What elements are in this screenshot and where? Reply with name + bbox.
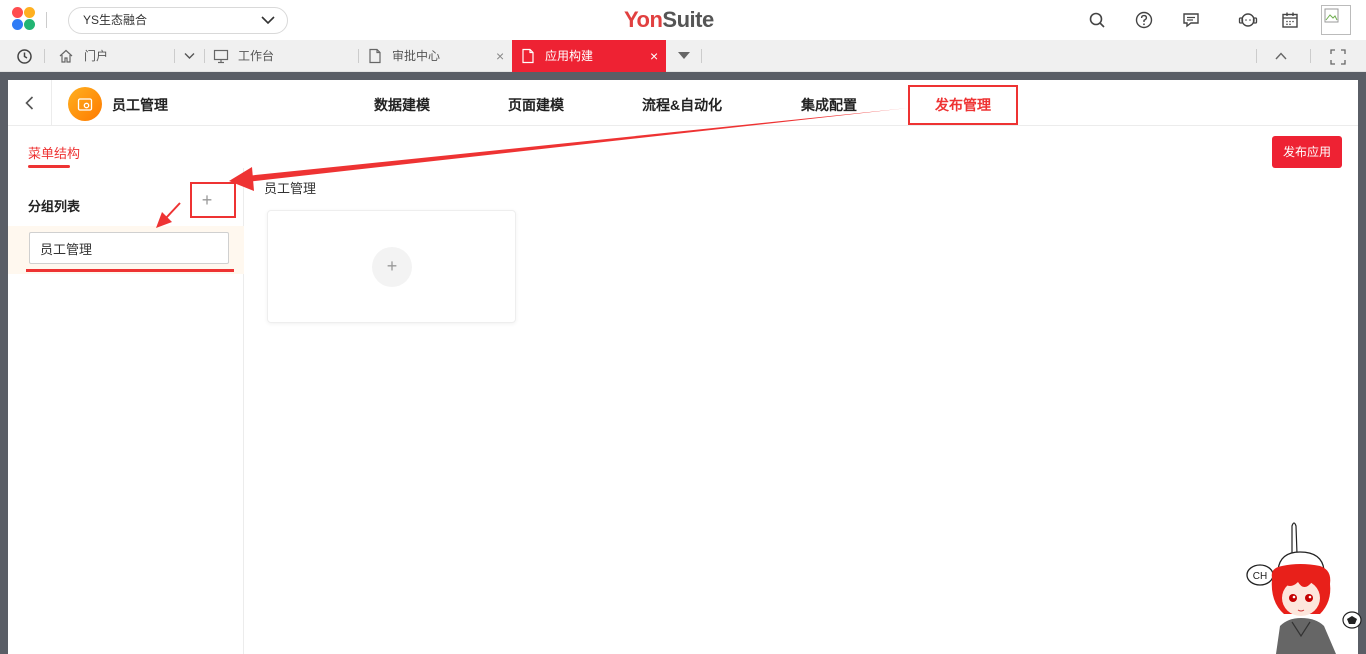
app-name: 员工管理: [112, 97, 168, 113]
app-gear-icon: [77, 98, 93, 111]
annotation-highlight-box: [190, 182, 236, 218]
help-icon[interactable]: [1135, 11, 1153, 29]
menu-card: +: [267, 210, 516, 323]
avatar-image[interactable]: [1321, 5, 1351, 35]
tab-label: 门户: [84, 49, 109, 63]
tab-app-builder[interactable]: 应用构建 ×: [512, 40, 666, 72]
divider: [1310, 49, 1311, 63]
nav-page-modeling[interactable]: 页面建模: [508, 95, 564, 115]
fullscreen-icon[interactable]: [1330, 49, 1346, 65]
group-list-panel: 分组列表 +: [8, 168, 244, 654]
annotation-highlight-box: [908, 85, 1018, 125]
tab-label: 应用构建: [545, 49, 594, 63]
divider: [701, 49, 702, 63]
mascot-image: CH: [1246, 522, 1362, 654]
top-bar: YS生态融合 YonSuite: [0, 0, 1366, 40]
document-icon: [369, 48, 381, 64]
caret-down-icon[interactable]: [678, 52, 690, 60]
divider: [44, 49, 45, 63]
divider: [358, 49, 359, 63]
add-menu-button[interactable]: +: [372, 247, 412, 287]
publish-app-button[interactable]: 发布应用: [1272, 136, 1342, 168]
calendar-icon[interactable]: [1281, 11, 1299, 29]
chevron-up-icon[interactable]: [1275, 52, 1287, 60]
app-header: 员工管理 数据建模 页面建模 流程&自动化 集成配置 发布管理: [8, 80, 1358, 126]
group-name-input[interactable]: [29, 232, 229, 264]
app-icon: [68, 87, 102, 121]
tab-workbench[interactable]: 工作台: [213, 40, 353, 72]
monitor-icon: [213, 49, 229, 64]
group-list-item[interactable]: [8, 226, 244, 274]
organization-select-value: YS生态融合: [83, 13, 148, 27]
group-list-title: 分组列表: [28, 199, 81, 214]
nav-integration-config[interactable]: 集成配置: [801, 95, 857, 115]
tab-label: 审批中心: [392, 49, 441, 63]
nav-data-modeling[interactable]: 数据建模: [374, 95, 430, 115]
message-icon[interactable]: [1182, 11, 1200, 29]
brand-logo-part-1: Yon: [624, 7, 663, 32]
history-icon[interactable]: [16, 48, 33, 65]
broken-image-icon: [1324, 8, 1339, 23]
divider: [46, 12, 47, 28]
annotation-underline: [26, 269, 234, 272]
search-icon[interactable]: [1088, 11, 1106, 29]
chevron-down-icon: [261, 16, 275, 25]
tab-approval-center[interactable]: 审批中心 ×: [367, 40, 507, 72]
chevron-down-icon[interactable]: [184, 52, 195, 60]
document-icon: [522, 48, 534, 64]
tab-bar: 门户 工作台 审批中心 × 应用构建 ×: [0, 40, 1366, 72]
brand-logo-part-2: Suite: [662, 7, 714, 32]
close-icon[interactable]: ×: [496, 40, 504, 72]
close-icon[interactable]: ×: [650, 40, 658, 72]
app-launcher-logo-icon[interactable]: [10, 7, 38, 33]
organization-select[interactable]: YS生态融合: [68, 7, 288, 34]
back-button[interactable]: [8, 80, 52, 126]
tab-menu-structure[interactable]: 菜单结构: [28, 143, 80, 162]
divider: [204, 49, 205, 63]
brand-logo: YonSuite: [624, 7, 714, 33]
chevron-left-icon: [25, 96, 34, 110]
mascot-bubble-text: CH: [1253, 571, 1267, 582]
content-group-title: 员工管理: [264, 181, 317, 196]
tab-portal[interactable]: 门户: [58, 40, 198, 72]
app-frame: 员工管理 数据建模 页面建模 流程&自动化 集成配置 发布管理 菜单结构 发布应…: [8, 80, 1358, 654]
divider: [1256, 49, 1257, 63]
divider: [174, 49, 175, 63]
service-icon[interactable]: [1238, 11, 1258, 29]
tab-label: 工作台: [238, 49, 275, 63]
home-icon: [59, 49, 73, 63]
nav-process-automation[interactable]: 流程&自动化: [642, 95, 722, 115]
